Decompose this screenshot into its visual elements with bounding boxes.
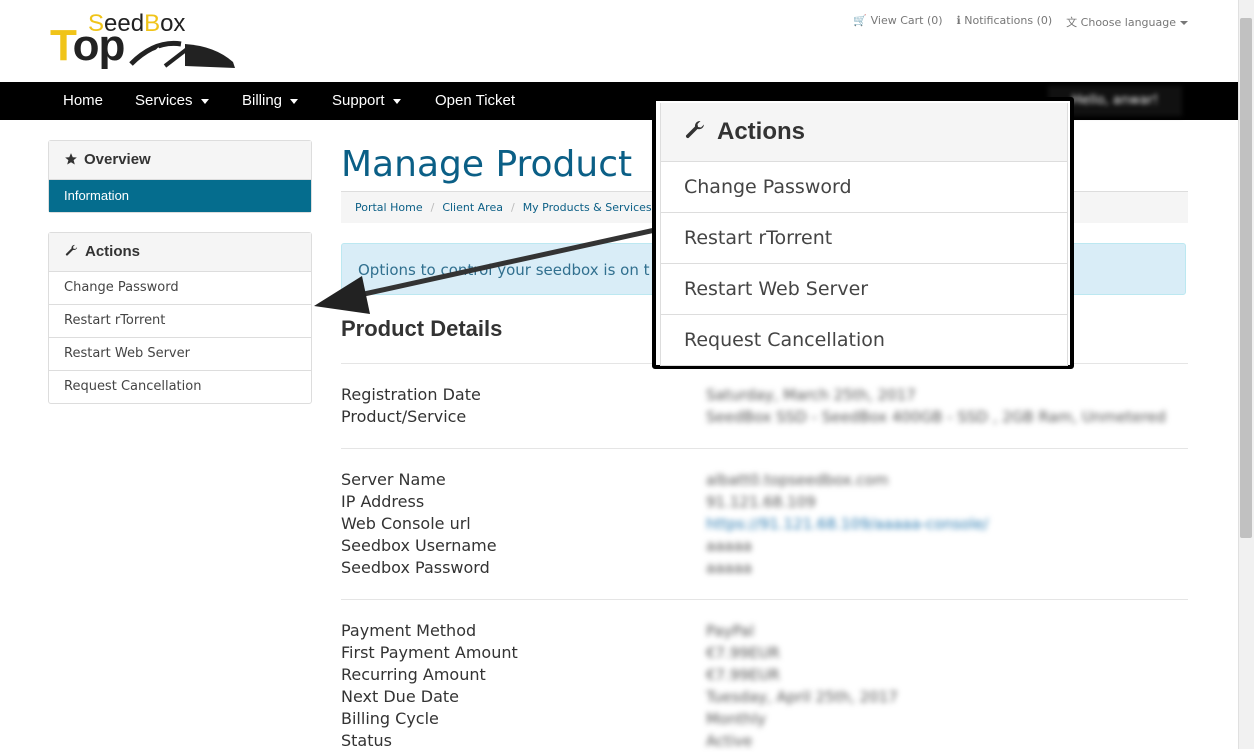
detail-value: €7.99EUR [706,666,780,684]
detail-value: Saturday, March 25th, 2017 [706,386,916,404]
detail-value: aaaaa [706,537,752,555]
nav-billing[interactable]: Billing [242,82,299,120]
chevron-down-icon [392,98,401,104]
detail-label: Product/Service [341,407,467,426]
page-title: Manage Product [341,144,633,185]
callout-item-restart-web-server[interactable]: Restart Web Server [661,264,1067,315]
detail-value: albatt0.topseedbox.com [706,471,889,489]
detail-label: Seedbox Password [341,558,490,577]
sidebar-item-label: Information [64,188,130,203]
actions-title: Actions [85,243,141,260]
wrench-icon [65,244,78,256]
detail-label: Web Console url [341,514,471,533]
actions-panel: Actions Change Password Restart rTorrent… [48,232,312,404]
breadcrumb-separator: / [510,201,515,214]
nav-open-ticket-label: Open Ticket [435,92,516,109]
notifications-label: Notifications (0) [964,14,1053,27]
detail-label: Seedbox Username [341,536,497,555]
detail-value: Monthly [706,710,767,728]
detail-label: First Payment Amount [341,643,518,662]
detail-value: 91.121.68.109 [706,493,816,511]
notifications-link[interactable]: ℹ Notifications (0) [957,14,1053,30]
callout-item-request-cancellation[interactable]: Request Cancellation [661,315,1067,365]
divider [341,599,1188,600]
detail-value: SeedBox SSD - SeedBox 400GB - SSD , 2GB … [706,408,1166,426]
detail-value: PayPal [706,622,755,640]
site-logo[interactable]: SeedBox Top [50,12,240,72]
callout-item-restart-rtorrent[interactable]: Restart rTorrent [661,213,1067,264]
detail-label: IP Address [341,492,425,511]
callout-title: Actions [717,118,806,145]
actions-panel-header: Actions [49,233,311,272]
sidebar-item-restart-rtorrent[interactable]: Restart rTorrent [49,304,311,337]
callout-actions-panel: Actions Change Password Restart rTorrent… [660,103,1068,366]
chevron-down-icon [1180,21,1188,25]
info-icon: ℹ [956,14,961,27]
detail-label: Server Name [341,470,446,489]
nav-open-ticket[interactable]: Open Ticket [435,82,515,120]
detail-label: Recurring Amount [341,665,486,684]
language-dropdown[interactable]: 文 Choose language [1066,14,1188,30]
nav-home-label: Home [63,92,104,109]
cart-icon: 🛒 [853,14,868,27]
detail-label: Registration Date [341,385,481,404]
divider [341,448,1188,449]
nav-support[interactable]: Support [332,82,401,120]
detail-label: Billing Cycle [341,709,439,728]
chevron-down-icon [200,98,209,104]
detail-value: aaaaa [706,559,752,577]
view-cart-label: View Cart (0) [870,14,943,27]
chevron-down-icon [290,98,299,104]
scrollbar-thumb[interactable] [1240,18,1252,538]
breadcrumb-portal-home[interactable]: Portal Home [355,201,423,214]
detail-label: Next Due Date [341,687,459,706]
detail-value: Tuesday, April 25th, 2017 [706,688,898,706]
callout-item-change-password[interactable]: Change Password [661,162,1067,213]
nav-services[interactable]: Services [135,82,209,120]
view-cart-link[interactable]: 🛒 View Cart (0) [853,14,942,30]
callout-header: Actions [661,103,1067,162]
breadcrumb-separator: / [430,201,435,214]
speedometer-icon [129,40,235,68]
nav-billing-label: Billing [242,92,283,109]
overview-panel: Overview Information [48,140,312,213]
logo-top-text: Top [50,21,125,70]
section-title: Product Details [341,316,503,341]
language-icon: 文 [1066,16,1078,29]
nav-support-label: Support [332,92,385,109]
detail-value: €7.99EUR [706,644,780,662]
sidebar-item-restart-web-server[interactable]: Restart Web Server [49,337,311,370]
sidebar-item-information[interactable]: Information [49,180,311,212]
overview-title: Overview [84,151,151,168]
web-console-link[interactable]: https://91.121.68.109/aaaaa-console/ [706,513,988,535]
sidebar-item-change-password[interactable]: Change Password [49,272,311,304]
detail-label: Payment Method [341,621,477,640]
breadcrumb-client-area[interactable]: Client Area [442,201,503,214]
top-utility-bar: 🛒 View Cart (0) ℹ Notifications (0) 文 Ch… [853,14,1188,30]
wrench-icon [685,120,704,139]
language-label: Choose language [1080,16,1176,29]
overview-panel-header: Overview [49,141,311,180]
nav-home[interactable]: Home [63,82,103,120]
breadcrumb-my-products[interactable]: My Products & Services [523,201,652,214]
star-icon [65,153,77,165]
zoom-callout: Actions Change Password Restart rTorrent… [652,97,1074,369]
sidebar-item-request-cancellation[interactable]: Request Cancellation [49,370,311,403]
nav-services-label: Services [135,92,193,109]
